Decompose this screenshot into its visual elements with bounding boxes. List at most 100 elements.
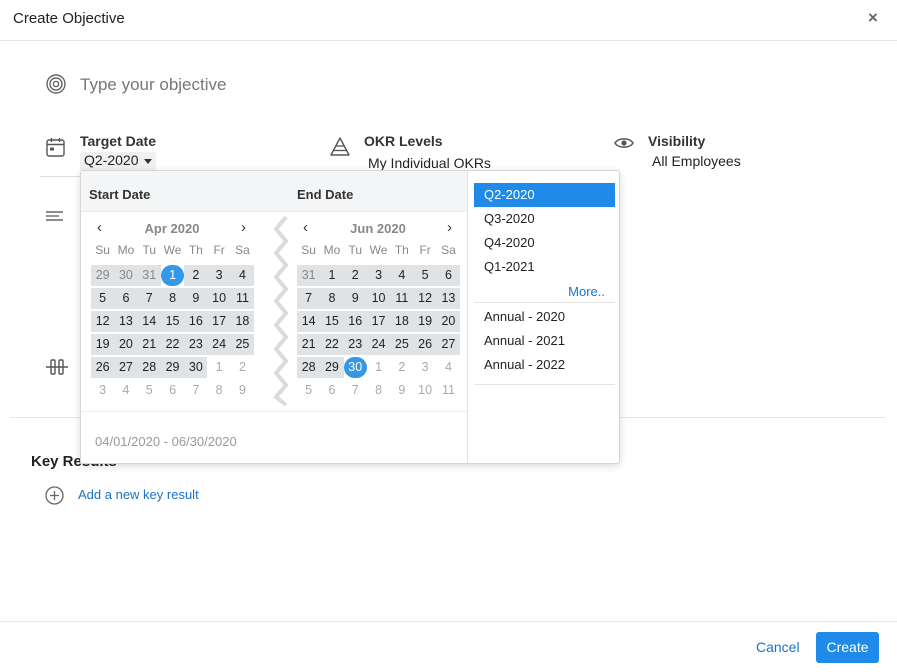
calendar-day[interactable]: 9 (390, 380, 413, 401)
preset-item[interactable]: Q1-2021 (474, 255, 615, 279)
calendar-day[interactable]: 24 (207, 334, 231, 355)
calendar-day[interactable]: 6 (114, 288, 138, 309)
calendar-day[interactable]: 16 (343, 311, 367, 332)
calendar-day[interactable]: 22 (320, 334, 344, 355)
calendar-day[interactable]: 29 (160, 357, 185, 378)
close-icon[interactable]: × (868, 9, 878, 26)
create-button[interactable]: Create (816, 632, 879, 663)
calendar-day[interactable]: 13 (114, 311, 138, 332)
calendar-day[interactable]: 25 (230, 334, 255, 355)
calendar-day[interactable]: 11 (437, 380, 460, 401)
preset-item[interactable]: Annual - 2022 (474, 353, 615, 377)
calendar-day[interactable]: 18 (390, 311, 414, 332)
calendar-day[interactable]: 19 (91, 334, 115, 355)
add-key-result-link[interactable]: Add a new key result (78, 487, 199, 502)
calendar-day[interactable]: 1 (320, 265, 344, 286)
calendar-day[interactable]: 6 (320, 380, 343, 401)
visibility-value[interactable]: All Employees (652, 153, 741, 169)
calendar-day[interactable]: 9 (343, 288, 367, 309)
calendar-day[interactable]: 17 (207, 311, 231, 332)
calendar-day[interactable]: 5 (91, 288, 115, 309)
calendar-day[interactable]: 10 (207, 288, 231, 309)
calendar-day[interactable]: 7 (344, 380, 367, 401)
calendar-day[interactable]: 1 (207, 357, 230, 378)
calendar-day[interactable]: 1 (160, 265, 185, 286)
calendar-day[interactable]: 9 (231, 380, 254, 401)
calendar-day[interactable]: 18 (230, 311, 255, 332)
calendar-day[interactable]: 3 (413, 357, 436, 378)
calendar-day[interactable]: 5 (297, 380, 320, 401)
calendar-day[interactable]: 6 (436, 265, 461, 286)
more-presets-link[interactable]: More.. (474, 279, 615, 303)
calendar-day[interactable]: 8 (320, 288, 344, 309)
calendar-day[interactable]: 5 (138, 380, 161, 401)
calendar-day[interactable]: 30 (343, 357, 367, 378)
calendar-day[interactable]: 1 (367, 357, 390, 378)
calendar-day[interactable]: 21 (297, 334, 321, 355)
preset-item[interactable]: Q3-2020 (474, 207, 615, 231)
calendar-day[interactable]: 27 (114, 357, 138, 378)
calendar-day[interactable]: 7 (297, 288, 321, 309)
calendar-day[interactable]: 30 (114, 265, 138, 286)
calendar-day[interactable]: 31 (297, 265, 321, 286)
calendar-day[interactable]: 27 (436, 334, 461, 355)
calendar-day[interactable]: 29 (91, 265, 115, 286)
calendar-day[interactable]: 10 (413, 380, 436, 401)
calendar-day[interactable]: 28 (297, 357, 321, 378)
calendar-day[interactable]: 14 (137, 311, 161, 332)
calendar-day[interactable]: 8 (207, 380, 230, 401)
plus-circle-icon[interactable] (45, 486, 64, 510)
calendar-day[interactable]: 26 (413, 334, 437, 355)
objective-input[interactable] (80, 74, 640, 96)
calendar-day[interactable]: 4 (437, 357, 460, 378)
calendar-day[interactable]: 3 (91, 380, 114, 401)
calendar-day[interactable]: 6 (161, 380, 184, 401)
calendar-day[interactable]: 7 (137, 288, 161, 309)
calendar-day[interactable]: 25 (390, 334, 414, 355)
calendar-day[interactable]: 8 (367, 380, 390, 401)
okr-levels-value[interactable]: My Individual OKRs (368, 155, 491, 171)
calendar-day[interactable]: 7 (184, 380, 207, 401)
calendar-day[interactable]: 10 (366, 288, 391, 309)
preset-item[interactable]: Annual - 2020 (474, 305, 615, 329)
calendar-day[interactable]: 20 (114, 334, 138, 355)
calendar-day[interactable]: 16 (184, 311, 208, 332)
calendar-day[interactable]: 23 (184, 334, 208, 355)
chevron-right-icon[interactable]: › (241, 219, 246, 237)
calendar-day[interactable]: 3 (207, 265, 231, 286)
calendar-day[interactable]: 29 (320, 357, 344, 378)
calendar-day[interactable]: 11 (390, 288, 414, 309)
calendar-day[interactable]: 2 (343, 265, 367, 286)
calendar-day[interactable]: 22 (160, 334, 185, 355)
calendar-day[interactable]: 9 (184, 288, 208, 309)
target-date-dropdown[interactable]: Q2-2020 (80, 152, 157, 171)
calendar-day[interactable]: 19 (413, 311, 437, 332)
calendar-day[interactable]: 15 (160, 311, 185, 332)
calendar-day[interactable]: 4 (114, 380, 137, 401)
preset-item[interactable]: Annual - 2021 (474, 329, 615, 353)
calendar-day[interactable]: 17 (366, 311, 391, 332)
calendar-day[interactable]: 4 (230, 265, 255, 286)
preset-item[interactable]: Q2-2020 (474, 183, 615, 207)
calendar-day[interactable]: 15 (320, 311, 344, 332)
calendar-day[interactable]: 2 (231, 357, 254, 378)
calendar-day[interactable]: 5 (413, 265, 437, 286)
calendar-day[interactable]: 30 (184, 357, 208, 378)
calendar-day[interactable]: 2 (184, 265, 208, 286)
calendar-day[interactable]: 4 (390, 265, 414, 286)
calendar-day[interactable]: 23 (343, 334, 367, 355)
calendar-day[interactable]: 14 (297, 311, 321, 332)
calendar-day[interactable]: 12 (413, 288, 437, 309)
cancel-button[interactable]: Cancel (756, 639, 800, 655)
calendar-day[interactable]: 20 (436, 311, 461, 332)
calendar-day[interactable]: 31 (137, 265, 161, 286)
calendar-day[interactable]: 24 (366, 334, 391, 355)
calendar-day[interactable]: 13 (436, 288, 461, 309)
calendar-day[interactable]: 8 (160, 288, 185, 309)
calendar-day[interactable]: 12 (91, 311, 115, 332)
calendar-day[interactable]: 2 (390, 357, 413, 378)
calendar-day[interactable]: 3 (366, 265, 391, 286)
calendar-day[interactable]: 11 (230, 288, 255, 309)
preset-item[interactable]: Q4-2020 (474, 231, 615, 255)
chevron-right-icon[interactable]: › (447, 219, 452, 237)
